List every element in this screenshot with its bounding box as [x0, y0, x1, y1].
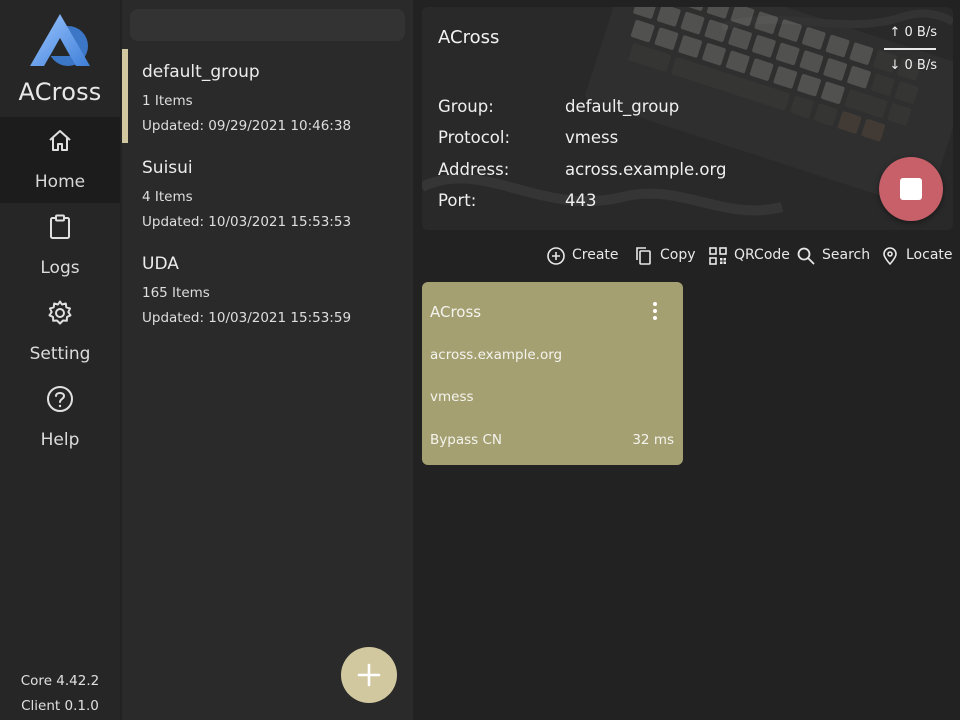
help-icon: [47, 386, 73, 412]
group-count: 1 Items: [142, 93, 193, 109]
copy-button[interactable]: Copy: [634, 243, 696, 269]
gear-icon: [48, 300, 72, 325]
address-key: Address:: [438, 160, 510, 179]
add-group-button[interactable]: [341, 647, 397, 703]
group-item-suisui[interactable]: Suisui 4 Items Updated: 10/03/2021 15:53…: [122, 144, 413, 240]
qrcode-icon: [709, 247, 727, 265]
qrcode-label: QRCode: [734, 247, 790, 263]
nav-home-label: Home: [34, 172, 86, 192]
group-key: Group:: [438, 97, 494, 116]
nav-help[interactable]: Help: [0, 375, 120, 461]
node-name: ACross: [430, 303, 482, 321]
search-icon: [797, 247, 815, 265]
current-node-title: ACross: [438, 27, 500, 48]
clipboard-icon: [50, 214, 70, 239]
node-toolbar: Create Copy QRCode Search Locate: [415, 243, 960, 269]
core-version: Core 4.42.2: [20, 673, 100, 689]
across-logo: [30, 14, 90, 66]
upload-speed-value: 0 B/s: [904, 25, 937, 40]
locate-button[interactable]: Locate: [880, 243, 953, 269]
group-list: default_group 1 Items Updated: 09/29/202…: [122, 0, 413, 720]
node-address: across.example.org: [430, 347, 563, 363]
nav-logs-label: Logs: [40, 258, 80, 278]
stop-icon: [900, 178, 922, 200]
node-card[interactable]: ACross across.example.org vmess Bypass C…: [422, 282, 683, 465]
group-search-bar[interactable]: [130, 9, 405, 41]
port-key: Port:: [438, 191, 477, 210]
main-panel: ACross ↑ 0 B/s ↓ 0 B/s Group: default_gr…: [415, 0, 960, 720]
speed-divider: [884, 48, 936, 50]
group-name: Suisui: [142, 158, 193, 178]
keyboard-background-image: [422, 7, 953, 230]
node-latency: 32 ms: [632, 432, 674, 448]
nav-setting[interactable]: Setting: [0, 289, 120, 375]
group-item-default[interactable]: default_group 1 Items Updated: 09/29/202…: [122, 48, 413, 144]
node-protocol: vmess: [430, 389, 474, 405]
qrcode-button[interactable]: QRCode: [708, 243, 790, 269]
nav-setting-label: Setting: [29, 344, 91, 364]
nav-home[interactable]: Home: [0, 117, 120, 203]
upload-speed: ↑ 0 B/s: [889, 25, 937, 40]
protocol-value: vmess: [565, 128, 619, 147]
copy-icon: [636, 247, 651, 265]
nav-logs[interactable]: Logs: [0, 203, 120, 289]
more-vert-icon[interactable]: [646, 300, 664, 322]
group-name: UDA: [142, 254, 179, 274]
sidebar: ACross Home Logs Setting Help Core 4.42.…: [0, 0, 120, 720]
create-label: Create: [572, 247, 619, 263]
arrow-down-icon: ↓: [889, 58, 901, 73]
node-routing: Bypass CN: [430, 432, 502, 448]
group-name: default_group: [142, 62, 260, 82]
group-count: 4 Items: [142, 189, 193, 205]
arrow-up-icon: ↑: [889, 25, 901, 40]
address-value: across.example.org: [565, 160, 727, 179]
group-updated: Updated: 09/29/2021 10:46:38: [142, 118, 352, 134]
home-icon: [49, 130, 71, 151]
group-item-uda[interactable]: UDA 165 Items Updated: 10/03/2021 15:53:…: [122, 240, 413, 336]
search-button[interactable]: Search: [796, 243, 871, 269]
plus-icon: [357, 663, 381, 687]
stop-button[interactable]: [879, 157, 943, 221]
group-value: default_group: [565, 97, 680, 116]
search-label: Search: [822, 247, 871, 263]
protocol-key: Protocol:: [438, 128, 511, 147]
create-button[interactable]: Create: [546, 243, 619, 269]
nav-help-label: Help: [40, 430, 80, 450]
client-version: Client 0.1.0: [21, 698, 99, 714]
add-circle-icon: [547, 247, 565, 265]
app-name: ACross: [18, 78, 102, 106]
location-pin-icon: [883, 247, 897, 266]
group-count: 165 Items: [142, 285, 210, 301]
port-value: 443: [565, 191, 597, 210]
group-updated: Updated: 10/03/2021 15:53:59: [142, 310, 352, 326]
download-speed-value: 0 B/s: [904, 58, 937, 73]
download-speed: ↓ 0 B/s: [889, 58, 937, 73]
copy-label: Copy: [660, 247, 696, 263]
group-updated: Updated: 10/03/2021 15:53:53: [142, 214, 352, 230]
current-node-panel: ACross ↑ 0 B/s ↓ 0 B/s Group: default_gr…: [422, 7, 953, 230]
locate-label: Locate: [906, 247, 953, 263]
